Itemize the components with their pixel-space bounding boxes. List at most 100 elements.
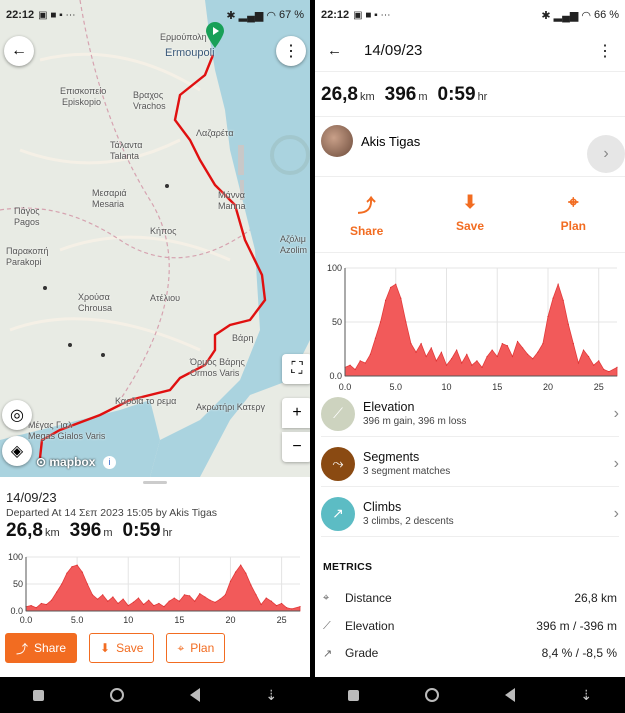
- plan-button[interactable]: ⌖ Plan: [533, 192, 613, 238]
- data-point: [107, 600, 109, 602]
- start-marker[interactable]: [205, 22, 225, 48]
- list-item-climbs[interactable]: ↗ Climbs 3 climbs, 2 descents ›: [321, 491, 619, 537]
- data-point: [127, 605, 129, 607]
- athlete-name: Akis Tigas: [361, 133, 421, 149]
- map-label: Επισκοπείο: [60, 86, 107, 96]
- stats-row: 26,8 km 396 m 0:59 hr: [6, 520, 172, 542]
- athlete-row[interactable]: Akis Tigas: [321, 125, 420, 157]
- top-app-bar: ← 14/09/23 ⋮: [315, 30, 625, 72]
- back-button[interactable]: ←: [327, 42, 342, 59]
- data-point: [245, 572, 247, 574]
- data-point: [420, 343, 422, 345]
- share-button[interactable]: ⤴ Share: [5, 633, 78, 663]
- metric-grade: ↗ Grade 8,4 % / -8,5 %: [323, 645, 617, 661]
- save-button[interactable]: ⬇ Save: [430, 192, 510, 238]
- mapbox-logo: ⊙ mapbox: [36, 455, 96, 469]
- data-point: [275, 605, 278, 607]
- save-button[interactable]: ⬇ Save: [89, 633, 155, 663]
- data-point: [430, 347, 432, 349]
- more-menu-button[interactable]: ⋮: [276, 36, 306, 66]
- data-point: [354, 368, 356, 371]
- elevation-chart[interactable]: 0.0 5.0 10 15 20 250.050100: [319, 262, 623, 392]
- avatar[interactable]: [321, 125, 353, 157]
- back-button[interactable]: ←: [4, 36, 34, 66]
- elevation-chart[interactable]: 0.0 5.0 10 15 20 250.050100: [4, 553, 304, 625]
- data-point: [511, 355, 514, 358]
- time-value: 0:59: [122, 520, 161, 541]
- data-point: [598, 360, 600, 362]
- x-tick-label: 10: [123, 615, 133, 625]
- recents-button[interactable]: [347, 689, 359, 701]
- map-label: Mesaria: [92, 199, 125, 209]
- back-nav-button[interactable]: [504, 688, 515, 702]
- zoom-in-button[interactable]: +: [282, 398, 310, 428]
- distance-unit: km: [359, 91, 375, 103]
- metrics-header: METRICS: [323, 561, 373, 573]
- metric-value: 8,4 % / -8,5 %: [541, 646, 617, 660]
- zoom-out-button[interactable]: −: [282, 432, 310, 462]
- info-icon[interactable]: i: [103, 456, 116, 469]
- map-label: Χρούσα: [78, 292, 110, 302]
- battery-percent-icon: %: [294, 9, 304, 21]
- home-button[interactable]: [424, 688, 439, 702]
- elevation-value: 396: [69, 520, 102, 541]
- sheet-grabber[interactable]: [143, 481, 167, 484]
- chevron-right-icon: ›: [613, 404, 619, 422]
- map-label: Κήπος: [150, 226, 177, 236]
- data-point: [395, 283, 397, 285]
- data-point: [349, 364, 351, 366]
- route-map[interactable]: Ερμούπολη Ermoupoli Επισκοπείο Episkopio…: [0, 0, 310, 477]
- elevation-icon: ⟋: [321, 396, 355, 431]
- follow-button[interactable]: ›: [587, 135, 625, 173]
- map-label: Ermoupoli: [165, 47, 215, 59]
- nav-down-icon[interactable]: ⇣: [580, 687, 592, 704]
- nav-down-icon[interactable]: ⇣: [265, 687, 277, 704]
- list-item-segments[interactable]: ⤳ Segments 3 segment matches ›: [321, 441, 619, 487]
- data-point: [214, 601, 216, 603]
- data-point: [369, 353, 371, 355]
- data-point: [219, 598, 221, 600]
- data-point: [481, 366, 483, 368]
- activity-date: 14/09/23: [6, 490, 57, 505]
- map-label: Ατέλιου: [150, 293, 180, 303]
- share-label: Share: [34, 641, 67, 655]
- metric-label: Elevation: [345, 619, 395, 633]
- map-label: Τάλαντα: [110, 140, 143, 150]
- chevron-right-icon: ›: [613, 454, 619, 472]
- crosshair-icon: ◎: [10, 407, 24, 424]
- climbs-icon: ↗: [321, 496, 355, 531]
- recents-button[interactable]: [32, 689, 44, 701]
- plan-button[interactable]: ⌖ Plan: [166, 633, 226, 663]
- data-point: [491, 349, 493, 351]
- home-button[interactable]: [109, 688, 124, 702]
- right-screen: 22:12 ▣ ■ ▪ ⋯ ✱ ▂▄▆ ◠ 66 % ← 14/09/23 ⋮ …: [315, 0, 625, 713]
- data-point: [102, 594, 104, 596]
- more-menu-button[interactable]: ⋮: [597, 41, 613, 61]
- status-time: 22:12: [6, 9, 35, 21]
- fullscreen-button[interactable]: ⛶: [282, 354, 310, 384]
- map-label: Καρδιά το ρεμα: [115, 396, 177, 406]
- locate-button[interactable]: ◎: [2, 400, 32, 430]
- page-title: 14/09/23: [364, 42, 423, 59]
- data-point: [456, 349, 458, 351]
- map-label: Πάγος: [14, 206, 40, 216]
- bluetooth-icon: ✱: [226, 9, 236, 22]
- map-label: Vrachos: [133, 101, 166, 111]
- notification-icons: ▣ ■ ▪ ⋯: [353, 9, 391, 21]
- list-item-subtitle: 396 m gain, 396 m loss: [363, 416, 467, 427]
- map-label: Ormos Varis: [190, 368, 240, 378]
- wifi-icon: ◠: [266, 9, 276, 22]
- signal-icon: ▂▄▆: [553, 9, 579, 22]
- back-nav-button[interactable]: [189, 688, 200, 702]
- data-point: [265, 597, 267, 599]
- action-buttons: ⤴ Share ⬇ Save ⌖ Plan: [315, 192, 625, 238]
- y-tick-label: 0.0: [329, 371, 342, 381]
- map-label: Αζόλιμ: [280, 234, 306, 244]
- list-item-elevation[interactable]: ⟋ Elevation 396 m gain, 396 m loss ›: [321, 391, 619, 437]
- data-point: [466, 353, 468, 355]
- share-button[interactable]: ⤴ Share: [327, 192, 407, 238]
- map-label: Ερμούπολη: [160, 32, 207, 42]
- layers-button[interactable]: ◈: [2, 436, 32, 466]
- data-point: [291, 608, 293, 610]
- list-item-title: Segments: [363, 450, 420, 464]
